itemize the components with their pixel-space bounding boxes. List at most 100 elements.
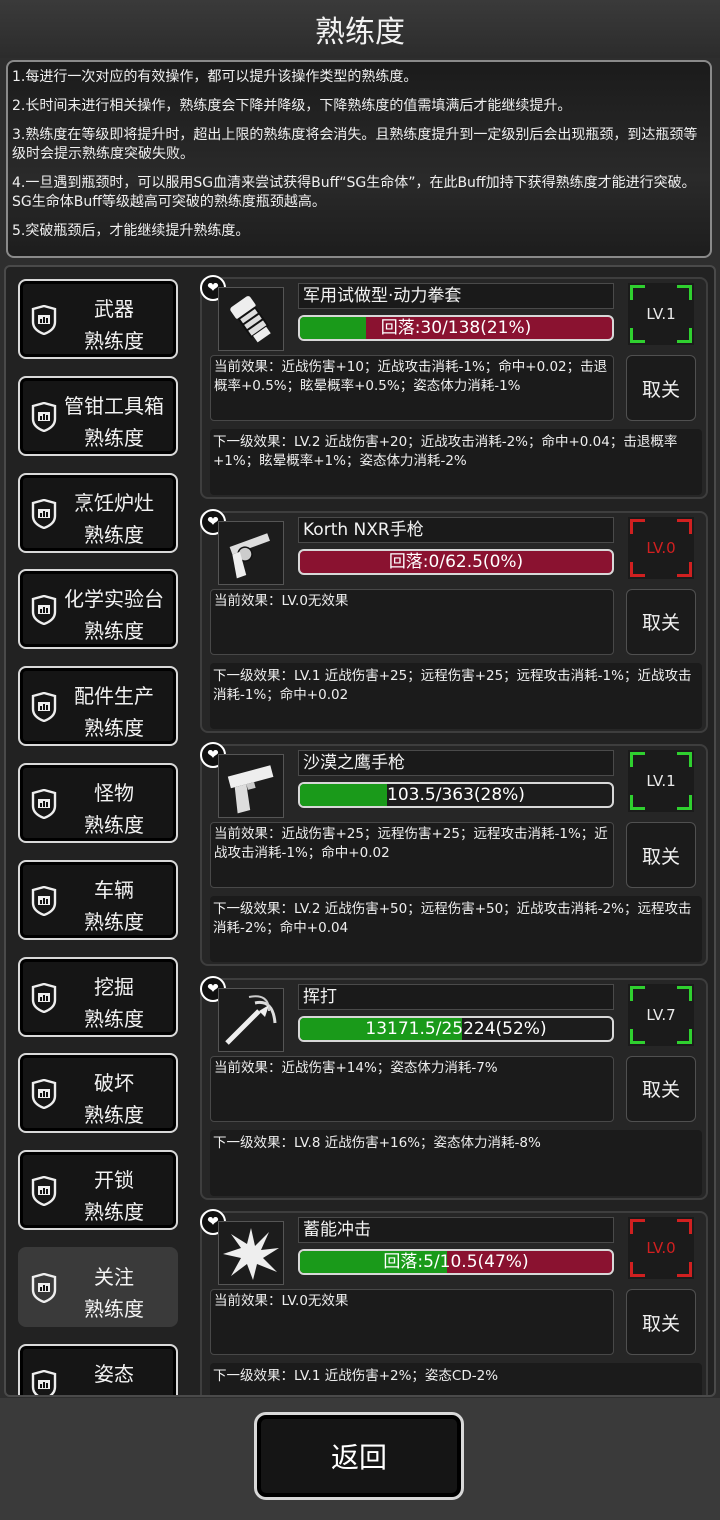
current-effect: 当前效果：近战伤害+14%；姿态体力消耗-7%	[210, 1055, 614, 1122]
current-effect: 当前效果：近战伤害+25；远程伤害+25；远程攻击消耗-1%；近战攻击消耗-1%…	[210, 822, 614, 888]
next-effect: 下一级效果：LV.8 近战伤害+16%；姿态体力消耗-8%	[210, 1129, 702, 1196]
unfollow-button[interactable]: 取关	[626, 822, 696, 888]
next-effect: 下一级效果：LV.1 近战伤害+2%；姿态CD-2%	[210, 1363, 702, 1395]
progress-text: 回落:5/10.5(47%)	[383, 1252, 529, 1272]
level-badge: LV.7	[628, 983, 694, 1046]
info-line: 1.每进行一次对应的有效操作，都可以提升该操作类型的熟练度。	[12, 69, 418, 85]
revolver-icon	[218, 520, 284, 585]
category-label: 武器	[94, 297, 134, 321]
category-label: 挖掘	[94, 974, 134, 999]
progress-text: 13171.5/25224(52%)	[365, 1018, 547, 1039]
category-sidebar[interactable]: 武器 熟练度 管钳工具箱 熟练度 烹饪炉灶 熟练度 化学实验台 熟练度 配件生产 熟练度 怪物 熟练度…	[10, 267, 190, 1395]
next-effect: 下一级效果：LV.1 近战伤害+25；远程伤害+25；远程攻击消耗-1%；近战攻…	[210, 662, 702, 729]
skill-name: 军用试做型·动力拳套	[298, 283, 614, 309]
proficiency-list[interactable]: ❤ 军用试做型·动力拳套 回落:30/138(21%) LV.1 当前效果：近战伤害+1…	[198, 267, 710, 1395]
category-label: 配件生产	[74, 684, 154, 709]
skill-name: Korth NXR手枪	[298, 516, 614, 543]
progress-bar: 回落:0/62.5(0%)	[298, 548, 614, 575]
back-button[interactable]: 返回	[254, 1412, 464, 1500]
proficiency-card: ❤ 挥打 13171.5/25224(52%) LV.7 当前效果：近战伤害+14%；姿…	[200, 975, 708, 1200]
category-tab[interactable]: 配件生产 熟练度	[18, 666, 178, 747]
category-label: 烹饪炉灶	[74, 490, 154, 515]
category-tab[interactable]: 烹饪炉灶 熟练度	[18, 472, 178, 553]
category-tab[interactable]: 破坏 熟练度	[18, 1053, 178, 1134]
shield-icon	[30, 1369, 58, 1395]
unfollow-button[interactable]: 取关	[626, 588, 696, 655]
category-label: 车辆	[94, 877, 134, 902]
category-label: 姿态	[94, 1361, 134, 1386]
level-badge: LV.0	[628, 516, 694, 579]
info-panel: 1.每进行一次对应的有效操作，都可以提升该操作类型的熟练度。 2.长时间未进行相…	[6, 60, 712, 258]
next-effect: 下一级效果：LV.2 近战伤害+20；近战攻击消耗-2%；命中+0.04；击退概…	[210, 429, 702, 495]
progress-text: 回落:0/62.5(0%)	[388, 551, 524, 572]
category-sublabel: 熟练度	[84, 425, 144, 450]
category-tab[interactable]: 车辆 熟练度	[18, 859, 178, 940]
info-line: 5.突破瓶颈后，才能继续提升熟练度。	[12, 223, 250, 239]
page-title: 熟练度	[0, 0, 720, 58]
category-tab[interactable]: 管钳工具箱 熟练度	[18, 375, 178, 456]
desert-eagle-icon	[218, 754, 284, 818]
unfollow-button[interactable]: 取关	[626, 1055, 696, 1122]
progress-text: 回落:30/138(21%)	[380, 318, 532, 338]
category-sublabel: 熟练度	[84, 619, 144, 644]
category-label: 关注	[94, 1265, 134, 1289]
level-badge: LV.1	[628, 283, 694, 345]
category-label: 破坏	[94, 1071, 134, 1096]
level-badge: LV.0	[628, 1217, 694, 1279]
category-sublabel: 熟练度	[84, 1006, 144, 1031]
info-line: 2.长时间未进行相关操作，熟练度会下降并降级，下降熟练度的值需填满后才能继续提升…	[12, 98, 572, 114]
unfollow-button[interactable]: 取关	[626, 355, 696, 421]
category-sublabel: 熟练度	[84, 522, 144, 547]
category-tab[interactable]: 化学实验台 熟练度	[18, 569, 178, 650]
proficiency-card: ❤ 沙漠之鹰手枪 103.5/363(28%) LV.1 当前效果：近战伤害+25；远程…	[200, 742, 708, 966]
category-tab[interactable]: 武器 熟练度	[18, 279, 178, 359]
category-tab[interactable]: 姿态熟练度	[18, 1343, 178, 1395]
current-effect: 当前效果：LV.0无效果	[210, 588, 614, 655]
current-effect: 当前效果：LV.0无效果	[210, 1289, 614, 1355]
progress-bar: 回落:30/138(21%)	[298, 315, 614, 341]
level-text: LV.1	[646, 305, 676, 323]
shield-icon	[30, 498, 58, 529]
level-text: LV.1	[646, 772, 676, 790]
shield-icon	[30, 1175, 58, 1207]
category-label: 怪物	[94, 781, 134, 805]
level-text: LV.7	[646, 1005, 676, 1024]
shield-icon	[30, 982, 58, 1013]
proficiency-panel: 武器 熟练度 管钳工具箱 熟练度 烹饪炉灶 熟练度 化学实验台 熟练度 配件生产 熟练度 怪物 熟练度…	[4, 265, 716, 1397]
category-label: 管钳工具箱	[64, 393, 164, 418]
shield-icon	[30, 885, 58, 917]
proficiency-card: ❤ 蓄能冲击 回落:5/10.5(47%) LV.0 当前效果：LV.0无效果 取关 下一级…	[200, 1209, 708, 1395]
category-tab[interactable]: 怪物 熟练度	[18, 763, 178, 843]
category-sublabel: 熟练度	[84, 329, 144, 353]
category-sublabel: 熟练度	[84, 909, 144, 934]
swing-icon	[218, 987, 284, 1052]
progress-text: 103.5/363(28%)	[387, 785, 525, 805]
shield-icon	[30, 595, 58, 626]
category-label: 开锁	[94, 1168, 134, 1193]
progress-bar: 13171.5/25224(52%)	[298, 1015, 614, 1042]
unfollow-button[interactable]: 取关	[626, 1289, 696, 1355]
category-sublabel: 熟练度	[84, 1297, 144, 1321]
bottom-bar: 返回	[0, 1398, 720, 1520]
skill-name: 蓄能冲击	[298, 1217, 614, 1243]
category-label: 化学实验台	[64, 587, 164, 612]
progress-bar: 回落:5/10.5(47%)	[298, 1249, 614, 1275]
proficiency-card: ❤ Korth NXR手枪 回落:0/62.5(0%) LV.0 当前效果：LV.0无效…	[200, 508, 708, 733]
shield-icon	[30, 401, 58, 433]
power-fist-icon	[218, 287, 284, 351]
skill-name: 沙漠之鹰手枪	[298, 750, 614, 776]
category-tab[interactable]: 关注 熟练度	[18, 1247, 178, 1327]
category-tab[interactable]: 开锁 熟练度	[18, 1150, 178, 1231]
category-sublabel: 熟练度	[84, 813, 144, 837]
category-tab[interactable]: 挖掘 熟练度	[18, 956, 178, 1037]
info-line: 4.一旦遇到瓶颈时，可以服用SG血清来尝试获得Buff“SG生命体”，在此Buf…	[12, 175, 696, 210]
burst-icon	[218, 1221, 284, 1285]
shield-icon	[30, 691, 58, 723]
current-effect: 当前效果：近战伤害+10；近战攻击消耗-1%；命中+0.02；击退概率+0.5%…	[210, 355, 614, 421]
category-sublabel: 熟练度	[84, 1103, 144, 1128]
shield-icon	[30, 1272, 58, 1304]
shield-icon	[30, 304, 58, 336]
category-sublabel: 熟练度	[84, 716, 144, 741]
category-sublabel: 熟练度	[56, 1390, 172, 1395]
info-line: 3.熟练度在等级即将提升时，超出上限的熟练度将会消失。且熟练度提升到一定级别后会…	[12, 127, 698, 162]
